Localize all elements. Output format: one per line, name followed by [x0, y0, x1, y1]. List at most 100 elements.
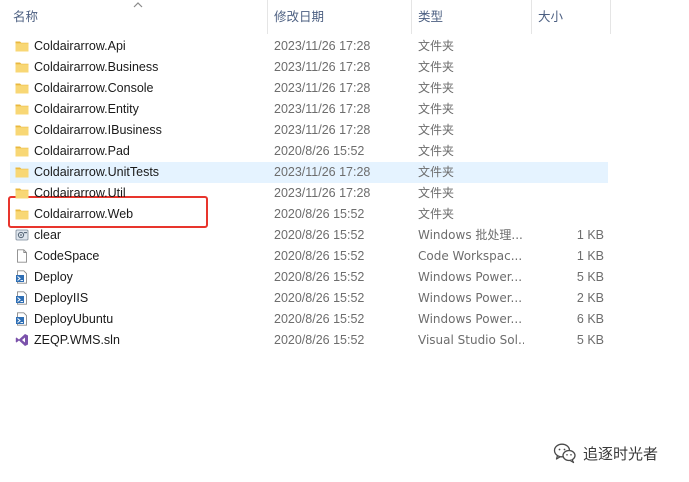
file-size: 5 KB	[576, 270, 604, 284]
column-separator[interactable]	[610, 0, 611, 34]
file-size: 6 KB	[576, 312, 604, 326]
file-type: Windows 批处理...	[418, 228, 523, 242]
file-size	[532, 141, 604, 162]
file-modified-date: 2023/11/26 17:28	[274, 102, 371, 116]
file-size	[532, 78, 604, 99]
file-modified-date: 2020/8/26 15:52	[274, 144, 365, 158]
file-size: 5 KB	[576, 333, 604, 347]
column-header-bar: 名称 修改日期 类型 大小	[0, 0, 689, 34]
file-row[interactable]: DeployIIS 2020/8/26 15:52 Windows Power...…	[10, 288, 608, 309]
file-type: Windows Power...	[418, 291, 523, 305]
file-name: Coldairarrow.Api	[34, 39, 126, 53]
file-modified-date: 2023/11/26 17:28	[274, 186, 371, 200]
file-row[interactable]: Coldairarrow.Api 2023/11/26 17:28 文件夹	[10, 36, 608, 57]
file-size	[532, 162, 604, 183]
file-name: Coldairarrow.Util	[34, 186, 126, 200]
file-row[interactable]: Coldairarrow.Util 2023/11/26 17:28 文件夹	[10, 183, 608, 204]
file-row[interactable]: Coldairarrow.Entity 2023/11/26 17:28 文件夹	[10, 99, 608, 120]
folder-icon	[15, 123, 29, 137]
file-size	[532, 204, 604, 225]
file-size	[532, 120, 604, 141]
file-name: ZEQP.WMS.sln	[34, 333, 120, 347]
powershell-icon	[15, 312, 29, 326]
watermark-text: 追逐时光者	[583, 444, 659, 463]
file-row[interactable]: Coldairarrow.UnitTests 2023/11/26 17:28 文件…	[10, 162, 608, 183]
document-icon	[15, 249, 29, 263]
column-header-date[interactable]: 修改日期	[274, 0, 324, 34]
powershell-icon	[15, 291, 29, 305]
folder-icon	[15, 186, 29, 200]
file-name: Coldairarrow.Console	[34, 81, 154, 95]
column-header-size[interactable]: 大小	[538, 0, 563, 34]
file-size: 1 KB	[576, 249, 604, 263]
file-row[interactable]: ZEQP.WMS.sln 2020/8/26 15:52 Visual Studio…	[10, 330, 608, 351]
file-row[interactable]: DeployUbuntu 2020/8/26 15:52 Windows Power…	[10, 309, 608, 330]
file-row[interactable]: Coldairarrow.Console 2023/11/26 17:28 文件夹	[10, 78, 608, 99]
file-row[interactable]: Coldairarrow.Business 2023/11/26 17:28 文件夹	[10, 57, 608, 78]
file-type: 文件夹	[418, 102, 455, 116]
file-type: Windows Power...	[418, 270, 523, 284]
folder-icon	[15, 60, 29, 74]
file-name: Coldairarrow.Pad	[34, 144, 130, 158]
file-row[interactable]: Coldairarrow.Pad 2020/8/26 15:52 文件夹	[10, 141, 608, 162]
file-modified-date: 2020/8/26 15:52	[274, 291, 365, 305]
file-modified-date: 2023/11/26 17:28	[274, 60, 371, 74]
folder-icon	[15, 39, 29, 53]
file-modified-date: 2023/11/26 17:28	[274, 81, 371, 95]
file-row[interactable]: Coldairarrow.Web 2020/8/26 15:52 文件夹	[10, 204, 608, 225]
file-name: Coldairarrow.IBusiness	[34, 123, 162, 137]
column-separator[interactable]	[531, 0, 532, 34]
file-type: 文件夹	[418, 39, 455, 53]
file-modified-date: 2020/8/26 15:52	[274, 333, 365, 347]
file-type: 文件夹	[418, 186, 455, 200]
file-size: 1 KB	[576, 228, 604, 242]
file-modified-date: 2023/11/26 17:28	[274, 39, 371, 53]
visual-studio-icon	[15, 333, 29, 347]
file-size	[532, 57, 604, 78]
folder-icon	[15, 144, 29, 158]
file-name: Coldairarrow.Business	[34, 60, 159, 74]
file-modified-date: 2023/11/26 17:28	[274, 123, 371, 137]
folder-icon	[15, 102, 29, 116]
file-type: 文件夹	[418, 60, 455, 74]
file-type: Visual Studio Sol...	[418, 333, 524, 347]
watermark: 追逐时光者	[553, 440, 658, 466]
file-name: DeployIIS	[34, 291, 89, 305]
file-name: Deploy	[34, 270, 73, 284]
file-name: DeployUbuntu	[34, 312, 114, 326]
folder-icon	[15, 207, 29, 221]
wechat-icon	[553, 443, 576, 464]
file-type: 文件夹	[418, 144, 455, 158]
file-size: 2 KB	[576, 291, 604, 305]
sort-ascending-icon[interactable]	[133, 1, 143, 9]
file-name: Coldairarrow.Entity	[34, 102, 139, 116]
file-name: Coldairarrow.Web	[34, 207, 134, 221]
folder-icon	[15, 165, 29, 179]
file-name: clear	[34, 228, 62, 242]
file-name: Coldairarrow.UnitTests	[34, 165, 160, 179]
file-row[interactable]: Coldairarrow.IBusiness 2023/11/26 17:28 文件…	[10, 120, 608, 141]
file-name: CodeSpace	[34, 249, 100, 263]
file-modified-date: 2020/8/26 15:52	[274, 312, 365, 326]
column-separator[interactable]	[267, 0, 268, 34]
column-header-name[interactable]: 名称	[13, 0, 38, 34]
file-row[interactable]: Deploy 2020/8/26 15:52 Windows Power... 5 K…	[10, 267, 608, 288]
file-size	[532, 36, 604, 57]
file-size	[532, 99, 604, 120]
batch-file-icon	[15, 228, 29, 242]
column-header-type[interactable]: 类型	[418, 0, 443, 34]
file-modified-date: 2020/8/26 15:52	[274, 228, 365, 242]
file-type: 文件夹	[418, 207, 455, 221]
file-size	[532, 183, 604, 204]
file-row[interactable]: clear 2020/8/26 15:52 Windows 批处理... 1 KB	[10, 225, 608, 246]
file-type: 文件夹	[418, 123, 455, 137]
powershell-icon	[15, 270, 29, 284]
file-row[interactable]: CodeSpace 2020/8/26 15:52 Code Workspac...…	[10, 246, 608, 267]
file-modified-date: 2020/8/26 15:52	[274, 207, 365, 221]
file-modified-date: 2020/8/26 15:52	[274, 270, 365, 284]
file-type: Code Workspac...	[418, 249, 523, 263]
folder-icon	[15, 81, 29, 95]
file-type: 文件夹	[418, 165, 455, 179]
file-modified-date: 2023/11/26 17:28	[274, 165, 371, 179]
column-separator[interactable]	[411, 0, 412, 34]
